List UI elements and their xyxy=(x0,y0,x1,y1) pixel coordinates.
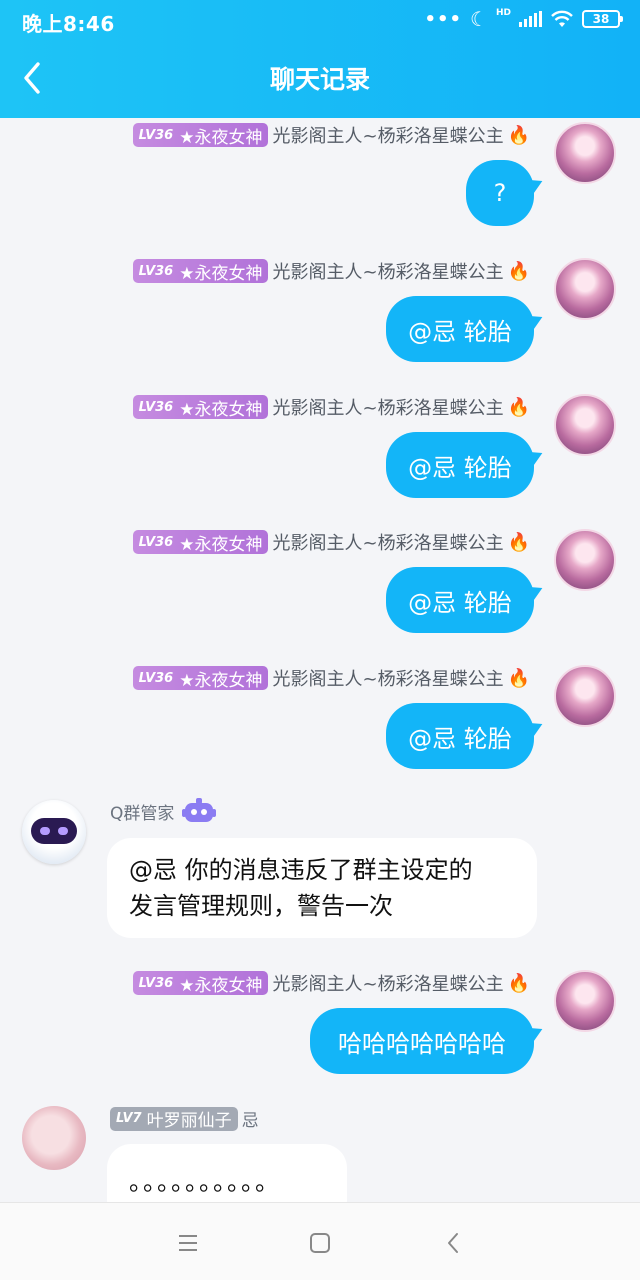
robot-icon xyxy=(182,798,217,822)
sender-name: 光影阁主人~杨彩洛星蝶公主 xyxy=(272,126,504,147)
sender-info: LV36 ★永夜女神 光影阁主人~杨彩洛星蝶公主 🔥 xyxy=(132,258,530,284)
status-bar: 晚上8:46 ••• ☾ HD 38 xyxy=(0,0,640,40)
sender-name: 光影阁主人~杨彩洛星蝶公主 xyxy=(272,398,504,419)
avatar[interactable] xyxy=(554,122,616,184)
square-home-icon xyxy=(310,1233,330,1253)
flame-icon: 🔥 xyxy=(507,124,530,146)
member-badge: LV36 ★永夜女神 xyxy=(132,530,269,555)
sender-info: LV36 ★永夜女神 光影阁主人~杨彩洛星蝶公主 🔥 xyxy=(132,970,530,996)
member-badge: LV7 叶罗丽仙子 xyxy=(110,1106,238,1131)
menu-icon xyxy=(179,1235,197,1251)
bot-avatar[interactable] xyxy=(22,800,86,864)
wifi-icon xyxy=(551,10,573,27)
member-badge: LV36 ★永夜女神 xyxy=(132,666,269,691)
message-line: @忌 你的消息违反了群主设定的 xyxy=(129,856,473,884)
page-title: 聊天记录 xyxy=(269,65,370,94)
flame-icon: 🔥 xyxy=(507,667,530,689)
home-button[interactable] xyxy=(300,1225,340,1261)
status-time: 晚上8:46 xyxy=(22,12,115,36)
avatar[interactable] xyxy=(554,665,616,727)
message-bubble[interactable]: 哈哈哈哈哈哈哈 xyxy=(310,1008,534,1074)
message-bubble[interactable]: @忌 你的消息违反了群主设定的 发言管理规则，警告一次 xyxy=(107,838,537,938)
sender-name: 光影阁主人~杨彩洛星蝶公主 xyxy=(272,669,504,690)
avatar[interactable] xyxy=(554,529,616,591)
flame-icon: 🔥 xyxy=(507,396,530,418)
do-not-disturb-moon-icon: ☾ xyxy=(470,7,488,31)
sender-info: LV36 ★永夜女神 光影阁主人~杨彩洛星蝶公主 🔥 xyxy=(132,122,530,148)
sender-name: Q群管家 xyxy=(110,803,175,824)
sender-name: 光影阁主人~杨彩洛星蝶公主 xyxy=(272,533,504,554)
sender-info: LV36 ★永夜女神 光影阁主人~杨彩洛星蝶公主 🔥 xyxy=(132,665,530,691)
header: 晚上8:46 ••• ☾ HD 38 聊天记录 xyxy=(0,0,640,118)
sender-info: Q群管家 xyxy=(110,798,217,824)
avatar[interactable] xyxy=(554,394,616,456)
message-bubble[interactable]: @忌 轮胎 xyxy=(386,296,534,362)
chat-message: Q群管家 @忌 你的消息违反了群主设定的 发言管理规则，警告一次 xyxy=(0,798,640,940)
member-badge: LV36 ★永夜女神 xyxy=(132,259,269,284)
more-dots-icon: ••• xyxy=(424,8,463,30)
flame-icon: 🔥 xyxy=(507,972,530,994)
avatar[interactable] xyxy=(554,970,616,1032)
sender-info: LV7 叶罗丽仙子 忌 xyxy=(110,1106,259,1131)
message-bubble[interactable]: ? xyxy=(466,160,534,226)
avatar[interactable] xyxy=(554,258,616,320)
system-icons: ••• ☾ HD 38 xyxy=(424,7,623,31)
sender-name: 光影阁主人~杨彩洛星蝶公主 xyxy=(272,974,504,995)
battery-icon: 38 xyxy=(582,10,623,28)
message-bubble[interactable]: @忌 轮胎 xyxy=(386,432,534,498)
member-badge: LV36 ★永夜女神 xyxy=(132,123,269,148)
avatar[interactable] xyxy=(22,1106,86,1170)
message-line: 发言管理规则，警告一次 xyxy=(129,892,393,920)
nav-back-button[interactable] xyxy=(434,1225,474,1261)
sender-info: LV36 ★永夜女神 光影阁主人~杨彩洛星蝶公主 🔥 xyxy=(132,394,530,420)
message-bubble[interactable]: @忌 轮胎 xyxy=(386,703,534,769)
signal-icon xyxy=(519,11,542,27)
message-bubble[interactable]: @忌 轮胎 xyxy=(386,567,534,633)
chat-message: LV7 叶罗丽仙子 忌 。。。。。。。。。。 xyxy=(0,1104,640,1202)
menu-button[interactable] xyxy=(168,1225,208,1261)
message-bubble[interactable]: 。。。。。。。。。。 xyxy=(107,1144,347,1202)
chat-history[interactable]: LV36 ★永夜女神 光影阁主人~杨彩洛星蝶公主 🔥 ? LV36 ★永夜女神 光影… xyxy=(0,118,640,1202)
member-badge: LV36 ★永夜女神 xyxy=(132,395,269,420)
member-badge: LV36 ★永夜女神 xyxy=(132,971,269,996)
sender-info: LV36 ★永夜女神 光影阁主人~杨彩洛星蝶公主 🔥 xyxy=(132,529,530,555)
bot-face xyxy=(31,818,77,844)
chevron-left-icon xyxy=(448,1233,458,1253)
hd-label: HD xyxy=(495,8,511,18)
sender-name: 光影阁主人~杨彩洛星蝶公主 xyxy=(272,262,504,283)
sender-name: 忌 xyxy=(241,1111,259,1131)
flame-icon: 🔥 xyxy=(507,531,530,553)
flame-icon: 🔥 xyxy=(507,260,530,282)
system-navigation-bar xyxy=(0,1202,640,1280)
